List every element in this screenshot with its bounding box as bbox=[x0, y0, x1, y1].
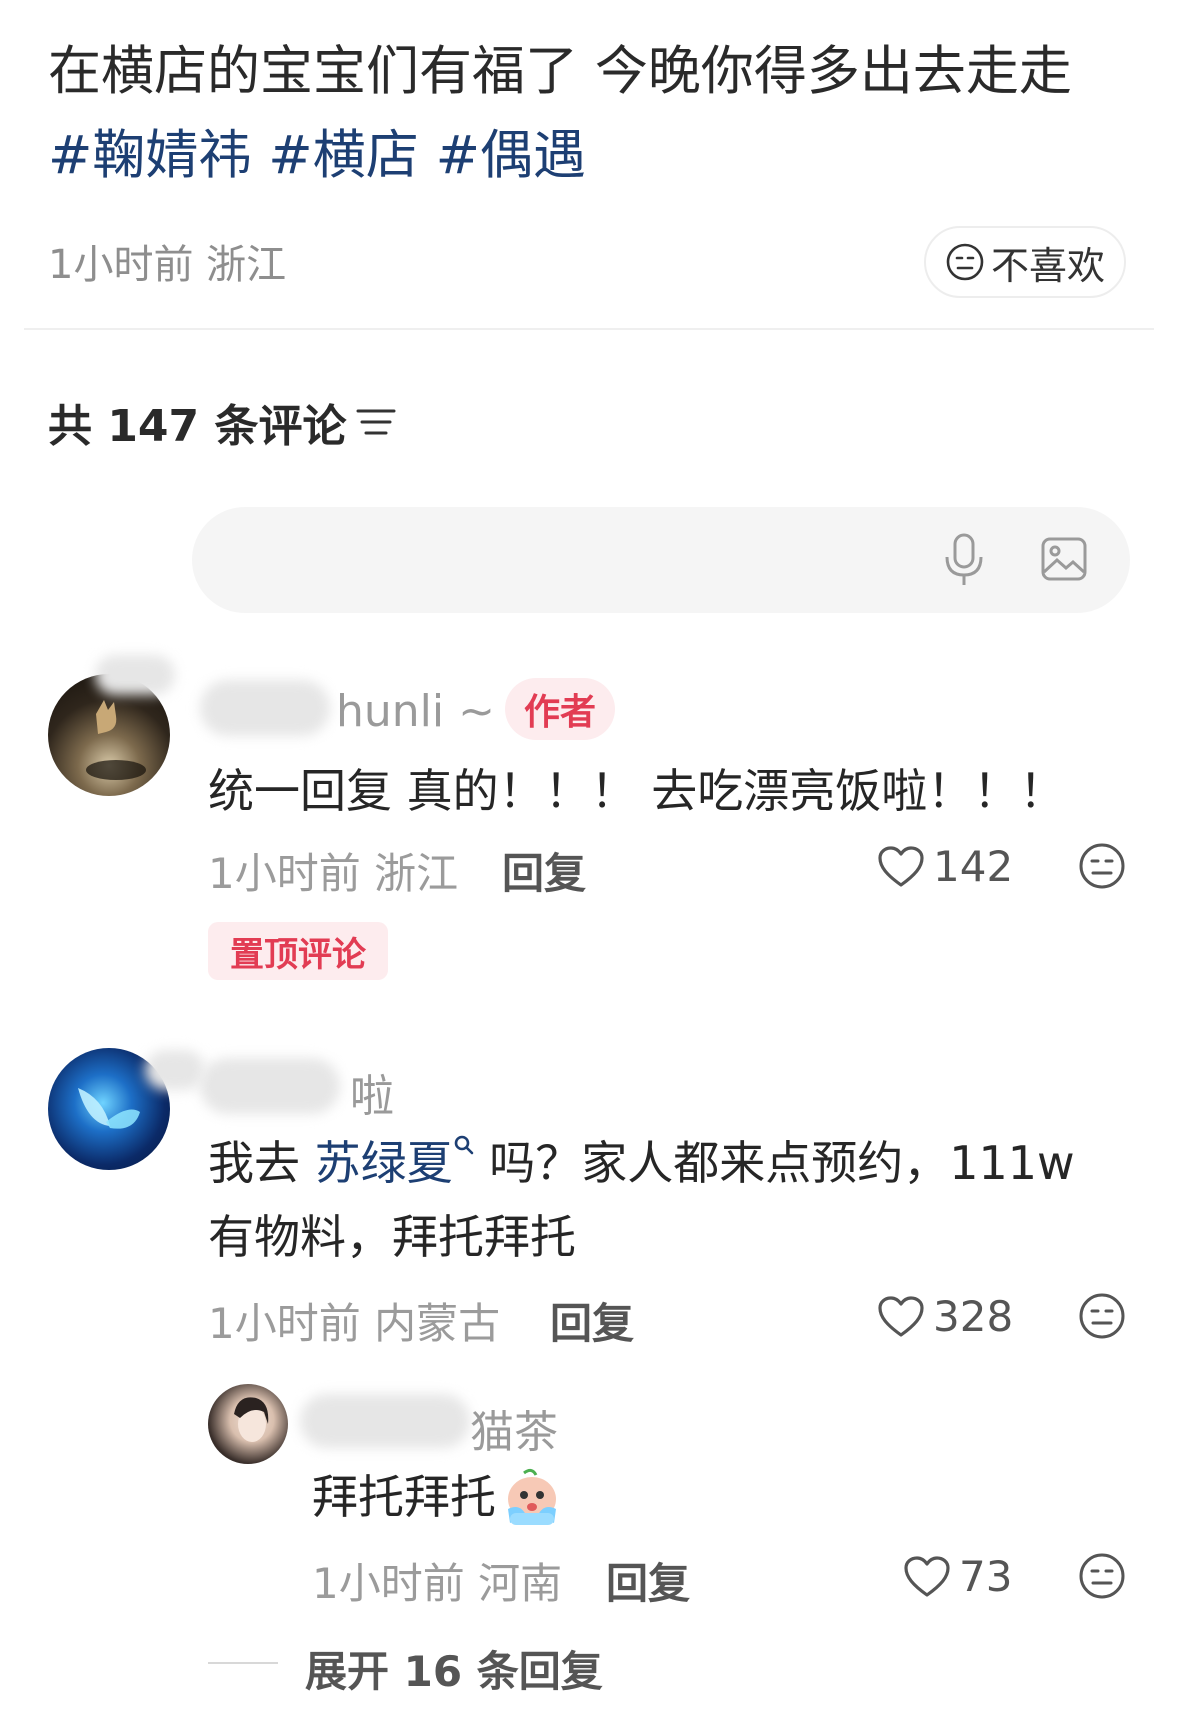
comment-location: 内蒙古 bbox=[374, 1299, 501, 1348]
post-time: 1小时前 bbox=[48, 242, 194, 288]
heart-icon bbox=[878, 845, 924, 887]
heart-icon bbox=[904, 1555, 950, 1597]
avatar[interactable] bbox=[208, 1384, 288, 1464]
expand-replies-button[interactable]: 展开 16 条回复 bbox=[305, 1638, 603, 1699]
tag-link[interactable]: #偶遇 bbox=[436, 125, 586, 186]
comment-meta: 1小时前 内蒙古 bbox=[208, 1290, 500, 1351]
dislike-face-icon[interactable] bbox=[1078, 842, 1126, 890]
comment-username[interactable]: 啦 bbox=[350, 1060, 394, 1124]
reply-text-body: 拜托拜托 bbox=[312, 1470, 496, 1524]
dislike-face-icon[interactable] bbox=[1078, 1552, 1126, 1600]
crying-emoji-icon bbox=[508, 1468, 556, 1525]
dislike-face-icon[interactable] bbox=[1078, 1292, 1126, 1340]
reply-button[interactable]: 回复 bbox=[606, 1550, 690, 1611]
blurred-username bbox=[145, 1050, 205, 1090]
blurred-username bbox=[200, 1058, 340, 1114]
blurred-username bbox=[300, 1394, 470, 1448]
comment-text-line2: 有物料，拜托拜托 bbox=[208, 1210, 576, 1264]
like-count: 142 bbox=[933, 842, 1014, 891]
heart-icon bbox=[878, 1295, 924, 1337]
microphone-icon[interactable] bbox=[942, 532, 986, 588]
comment-time: 1小时前 bbox=[208, 849, 361, 898]
post-text: 在横店的宝宝们有福了 今晚你得多出去走走 #鞠婧祎 #横店 #偶遇 bbox=[48, 30, 1128, 198]
search-icon bbox=[454, 1135, 473, 1155]
pinned-badge: 置顶评论 bbox=[208, 922, 388, 980]
like-button[interactable]: 73 bbox=[903, 1552, 1012, 1601]
comments-count-title: 共 147 条评论 bbox=[48, 390, 396, 454]
like-button[interactable]: 328 bbox=[877, 1292, 1013, 1341]
reply-username[interactable]: 猫茶 bbox=[470, 1396, 558, 1460]
post-body: 在横店的宝宝们有福了 今晚你得多出去走走 bbox=[48, 41, 1072, 102]
comment-text-part: 我去 bbox=[208, 1136, 315, 1190]
reply-meta: 1小时前 河南 bbox=[312, 1550, 562, 1611]
portrait-icon bbox=[234, 1397, 269, 1442]
neutral-face-icon bbox=[946, 243, 984, 281]
post-tags: #鞠婧祎 #横店 #偶遇 bbox=[48, 114, 1128, 198]
blurred-username bbox=[95, 655, 175, 695]
like-count: 73 bbox=[959, 1552, 1013, 1601]
reply-text: 拜托拜托 bbox=[312, 1460, 564, 1534]
blurred-username bbox=[200, 680, 330, 736]
expand-divider bbox=[208, 1662, 278, 1664]
reply-time: 1小时前 bbox=[312, 1559, 465, 1608]
comment-time: 1小时前 bbox=[208, 1299, 361, 1348]
tag-link[interactable]: #横店 bbox=[268, 125, 418, 186]
comment-text: 统一回复 真的！！！ 去吃漂亮饭啦！！！ bbox=[208, 764, 1066, 818]
comment-location: 浙江 bbox=[374, 849, 459, 898]
divider bbox=[24, 328, 1154, 330]
dislike-label: 不喜欢 bbox=[990, 243, 1105, 288]
mention-link[interactable]: 苏绿夏 bbox=[315, 1136, 453, 1190]
post-meta: 1小时前 浙江 bbox=[48, 232, 286, 290]
dislike-button[interactable]: 不喜欢 bbox=[924, 226, 1126, 298]
comment-text: 我去 苏绿夏 吗？家人都来点预约，111w 有物料，拜托拜托 bbox=[208, 1126, 1108, 1274]
like-count: 328 bbox=[933, 1292, 1014, 1341]
comments-count: 共 147 条评论 bbox=[48, 401, 347, 452]
comment-input[interactable] bbox=[192, 507, 1130, 613]
author-badge: 作者 bbox=[505, 678, 615, 740]
like-button[interactable]: 142 bbox=[877, 842, 1013, 891]
reply-button[interactable]: 回复 bbox=[550, 1290, 634, 1351]
post-location: 浙江 bbox=[206, 242, 287, 288]
image-icon[interactable] bbox=[1040, 536, 1088, 582]
reply-location: 河南 bbox=[478, 1559, 563, 1608]
reply-button[interactable]: 回复 bbox=[502, 840, 586, 901]
comment-username[interactable]: hunli ~ bbox=[336, 686, 495, 737]
sort-filter-icon[interactable] bbox=[356, 405, 396, 439]
comment-text-part: 吗？家人都来点预约，111w bbox=[474, 1136, 1075, 1190]
tag-link[interactable]: #鞠婧祎 bbox=[48, 125, 251, 186]
comment-meta: 1小时前 浙江 bbox=[208, 840, 458, 901]
